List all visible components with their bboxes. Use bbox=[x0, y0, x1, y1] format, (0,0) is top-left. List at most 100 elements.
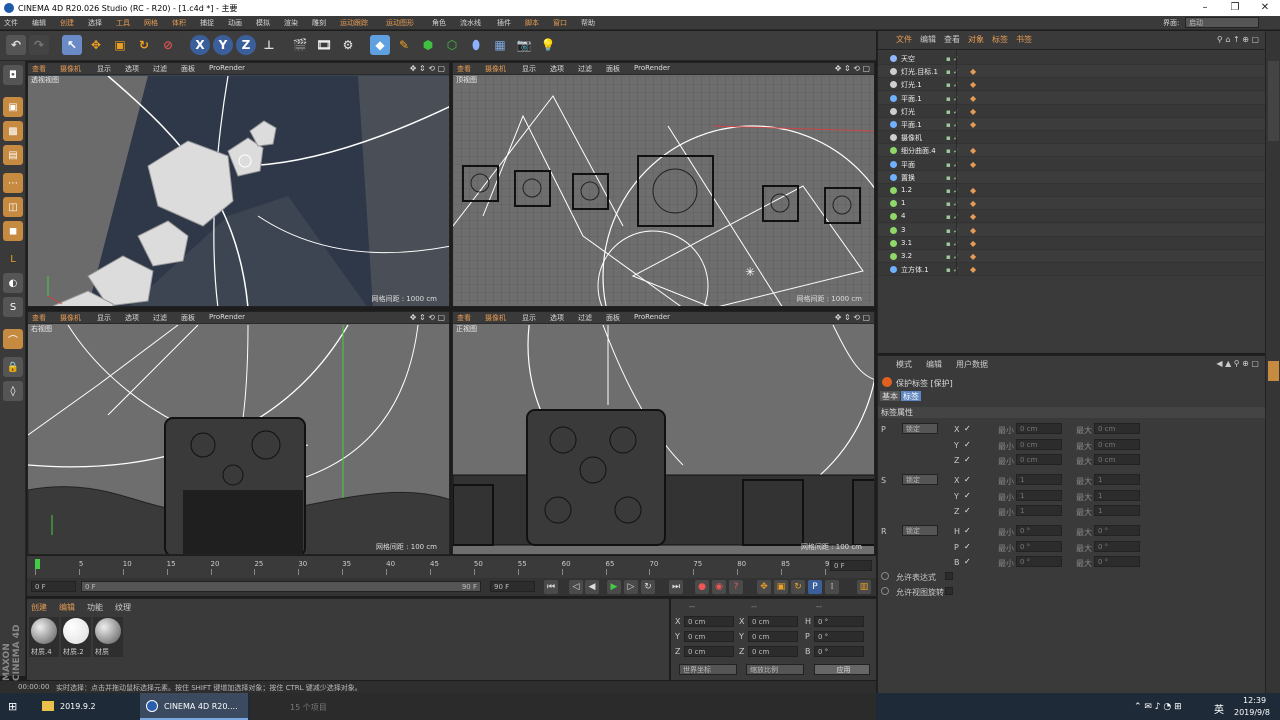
viewport-menu-6[interactable]: ProRender bbox=[634, 313, 670, 321]
allow-view-rotation-checkbox[interactable] bbox=[945, 587, 953, 595]
viewport-menu-3[interactable]: 选项 bbox=[125, 313, 139, 323]
viewport-right[interactable]: 查看 摄像机 显示 选项 过滤 面板 ProRender ✥ ⇕ ⟲ ▢ 右视图 网格间距 :… bbox=[27, 311, 450, 555]
previous-key-icon[interactable]: ◁ bbox=[569, 580, 583, 594]
menu-15[interactable]: 流水线 bbox=[460, 18, 481, 28]
coord-value-field[interactable]: 0 cm bbox=[684, 616, 734, 627]
coord-value-field[interactable]: 0 cm bbox=[684, 646, 734, 657]
subdivision-icon[interactable]: ⬢ bbox=[418, 35, 438, 55]
viewport-menu-4[interactable]: 过滤 bbox=[153, 313, 167, 323]
close-button[interactable]: ✕ bbox=[1250, 0, 1280, 16]
object-tag-icons[interactable]: ◆ bbox=[970, 265, 976, 274]
taskbar-item-cinema4d[interactable]: CINEMA 4D R20.... bbox=[140, 693, 248, 720]
maximize-button[interactable]: ❐ bbox=[1220, 0, 1250, 16]
object-row[interactable]: 置换 ▪ ✓ bbox=[878, 170, 1266, 184]
object-menu-2[interactable]: 查看 bbox=[944, 34, 960, 45]
object-row[interactable]: 灯光 ▪ ✓ ◆ bbox=[878, 104, 1266, 118]
material-menu-3[interactable]: 纹理 bbox=[115, 602, 131, 613]
undo-icon[interactable]: ↶ bbox=[6, 35, 26, 55]
start-frame-field[interactable]: 0 F bbox=[31, 581, 76, 592]
lock-mode-select[interactable]: 锁定 bbox=[902, 525, 938, 536]
viewport-menu-5[interactable]: 面板 bbox=[181, 313, 195, 323]
menu-9[interactable]: 模拟 bbox=[256, 18, 270, 28]
go-to-start-icon[interactable]: ⏮ bbox=[544, 580, 558, 594]
viewport-nav-icons[interactable]: ✥ ⇕ ⟲ ▢ bbox=[410, 64, 445, 73]
menu-18[interactable]: 窗口 bbox=[553, 18, 567, 28]
object-menu-5[interactable]: 书签 bbox=[1016, 34, 1032, 45]
attribute-menu-2[interactable]: 用户数据 bbox=[956, 359, 988, 370]
object-row[interactable]: 3 ▪ ✓ ◆ bbox=[878, 223, 1266, 237]
object-row[interactable]: 平面.1 ▪ ✓ ◆ bbox=[878, 91, 1266, 105]
workplane-icon[interactable]: ▤ bbox=[3, 145, 23, 165]
edges-mode-icon[interactable]: ◫ bbox=[3, 197, 23, 217]
object-row[interactable]: 平面.1 ▪ ✓ ◆ bbox=[878, 118, 1266, 131]
coord-value-field[interactable]: 0 cm bbox=[684, 631, 734, 642]
move-tool-icon[interactable]: ✥ bbox=[86, 35, 106, 55]
coord-mode-select[interactable]: 世界坐标 bbox=[679, 664, 737, 675]
minimize-button[interactable]: – bbox=[1190, 0, 1220, 16]
viewport-menu-2[interactable]: 显示 bbox=[522, 313, 536, 323]
viewport-perspective[interactable]: 查看 摄像机 显示 选项 过滤 面板 ProRender ✥ ⇕ ⟲ ▢ 透视视图 网格间距 … bbox=[27, 62, 450, 307]
object-tag-icons[interactable]: ◆ bbox=[970, 252, 976, 261]
range-slider[interactable]: 0 F 90 F bbox=[81, 581, 481, 592]
floor-icon[interactable]: ▦ bbox=[490, 35, 510, 55]
viewport-menu-0[interactable]: 查看 bbox=[457, 64, 471, 74]
attribute-nav-icons[interactable]: ◀ ▲ ⚲ ⊕ ▢ bbox=[1216, 359, 1259, 368]
object-menu-1[interactable]: 编辑 bbox=[920, 34, 936, 45]
viewport-menu-5[interactable]: 面板 bbox=[606, 64, 620, 74]
allow-view-rotation-radio[interactable] bbox=[881, 587, 889, 595]
axis-checkbox[interactable]: ✓ bbox=[964, 526, 971, 535]
object-tag-icons[interactable]: ◆ bbox=[970, 160, 976, 169]
min-value-field[interactable]: 0 cm bbox=[1016, 438, 1062, 450]
axis-checkbox[interactable]: ✓ bbox=[964, 440, 971, 449]
key-position-icon[interactable]: ✥ bbox=[757, 580, 771, 594]
tab-object[interactable] bbox=[1268, 61, 1279, 141]
lock-mode-select[interactable]: 锁定 bbox=[902, 423, 938, 434]
menu-16[interactable]: 插件 bbox=[497, 18, 511, 28]
make-editable-icon[interactable]: ◘ bbox=[3, 65, 23, 85]
snap-icon[interactable]: S bbox=[3, 297, 23, 317]
axis-mode-icon[interactable]: L bbox=[3, 249, 23, 269]
coord-value-field[interactable]: 0 ° bbox=[814, 646, 864, 657]
object-menu-0[interactable]: 文件 bbox=[896, 34, 912, 45]
taskbar-item-folder[interactable]: 2019.9.2 bbox=[38, 693, 138, 720]
object-row[interactable]: 灯光.目标.1 ▪ ✓ ◆ bbox=[878, 65, 1266, 79]
object-manager-nav-icons[interactable]: ⚲ ⌂ ↑ ⊕ ▢ bbox=[1217, 35, 1259, 44]
pen-spline-icon[interactable]: ✎ bbox=[394, 35, 414, 55]
viewport-nav-icons[interactable]: ✥ ⇕ ⟲ ▢ bbox=[410, 313, 445, 322]
object-tag-icons[interactable]: ◆ bbox=[970, 226, 976, 235]
viewport-menu-1[interactable]: 摄像机 bbox=[60, 313, 81, 323]
menu-4[interactable]: 工具 bbox=[116, 18, 130, 28]
cube-icon[interactable]: ◆ bbox=[370, 35, 390, 55]
axis-checkbox[interactable]: ✓ bbox=[964, 424, 971, 433]
z-axis-icon[interactable]: Z bbox=[236, 35, 256, 55]
object-tag-icons[interactable]: ◆ bbox=[970, 212, 976, 221]
menu-11[interactable]: 雕刻 bbox=[312, 18, 326, 28]
clock-date[interactable]: 2019/9/8 bbox=[1234, 708, 1270, 717]
object-row[interactable]: 摄像机 ▪ ✓ bbox=[878, 131, 1266, 145]
camera-icon[interactable]: 📷 bbox=[514, 35, 534, 55]
keyframe-selection-icon[interactable]: ? bbox=[729, 580, 743, 594]
viewport-menu-3[interactable]: 选项 bbox=[125, 64, 139, 74]
tab-basic[interactable]: 基本 bbox=[880, 391, 900, 401]
viewport-menu-3[interactable]: 选项 bbox=[550, 313, 564, 323]
axis-checkbox[interactable]: ✓ bbox=[964, 506, 971, 515]
coordinate-system-icon[interactable]: ⊥ bbox=[259, 35, 279, 55]
menu-3[interactable]: 选择 bbox=[88, 18, 102, 28]
size-mode-select[interactable]: 缩放比例 bbox=[746, 664, 804, 675]
tab-attributes[interactable] bbox=[1268, 361, 1279, 381]
object-tag-icons[interactable]: ◆ bbox=[970, 199, 976, 208]
object-row[interactable]: 1.2 ▪ ✓ ◆ bbox=[878, 184, 1266, 197]
timeline-window-icon[interactable]: ▥ bbox=[857, 580, 871, 594]
next-key-icon[interactable]: ↻ bbox=[641, 580, 655, 594]
viewport-menu-6[interactable]: ProRender bbox=[209, 64, 245, 72]
lock-workplane-icon[interactable]: 🔒 bbox=[3, 357, 23, 377]
live-select-icon[interactable]: ⊘ bbox=[158, 35, 178, 55]
viewport-menu-4[interactable]: 过滤 bbox=[153, 64, 167, 74]
coord-value-field[interactable]: 0 cm bbox=[748, 646, 798, 657]
max-value-field[interactable]: 0 cm bbox=[1094, 454, 1140, 465]
max-value-field[interactable]: 1 bbox=[1094, 505, 1140, 516]
record-icon[interactable]: ● bbox=[695, 580, 709, 594]
menu-6[interactable]: 体积 bbox=[172, 18, 186, 28]
viewport-menu-5[interactable]: 面板 bbox=[606, 313, 620, 323]
planar-workplane-icon[interactable]: ◊ bbox=[3, 381, 23, 401]
